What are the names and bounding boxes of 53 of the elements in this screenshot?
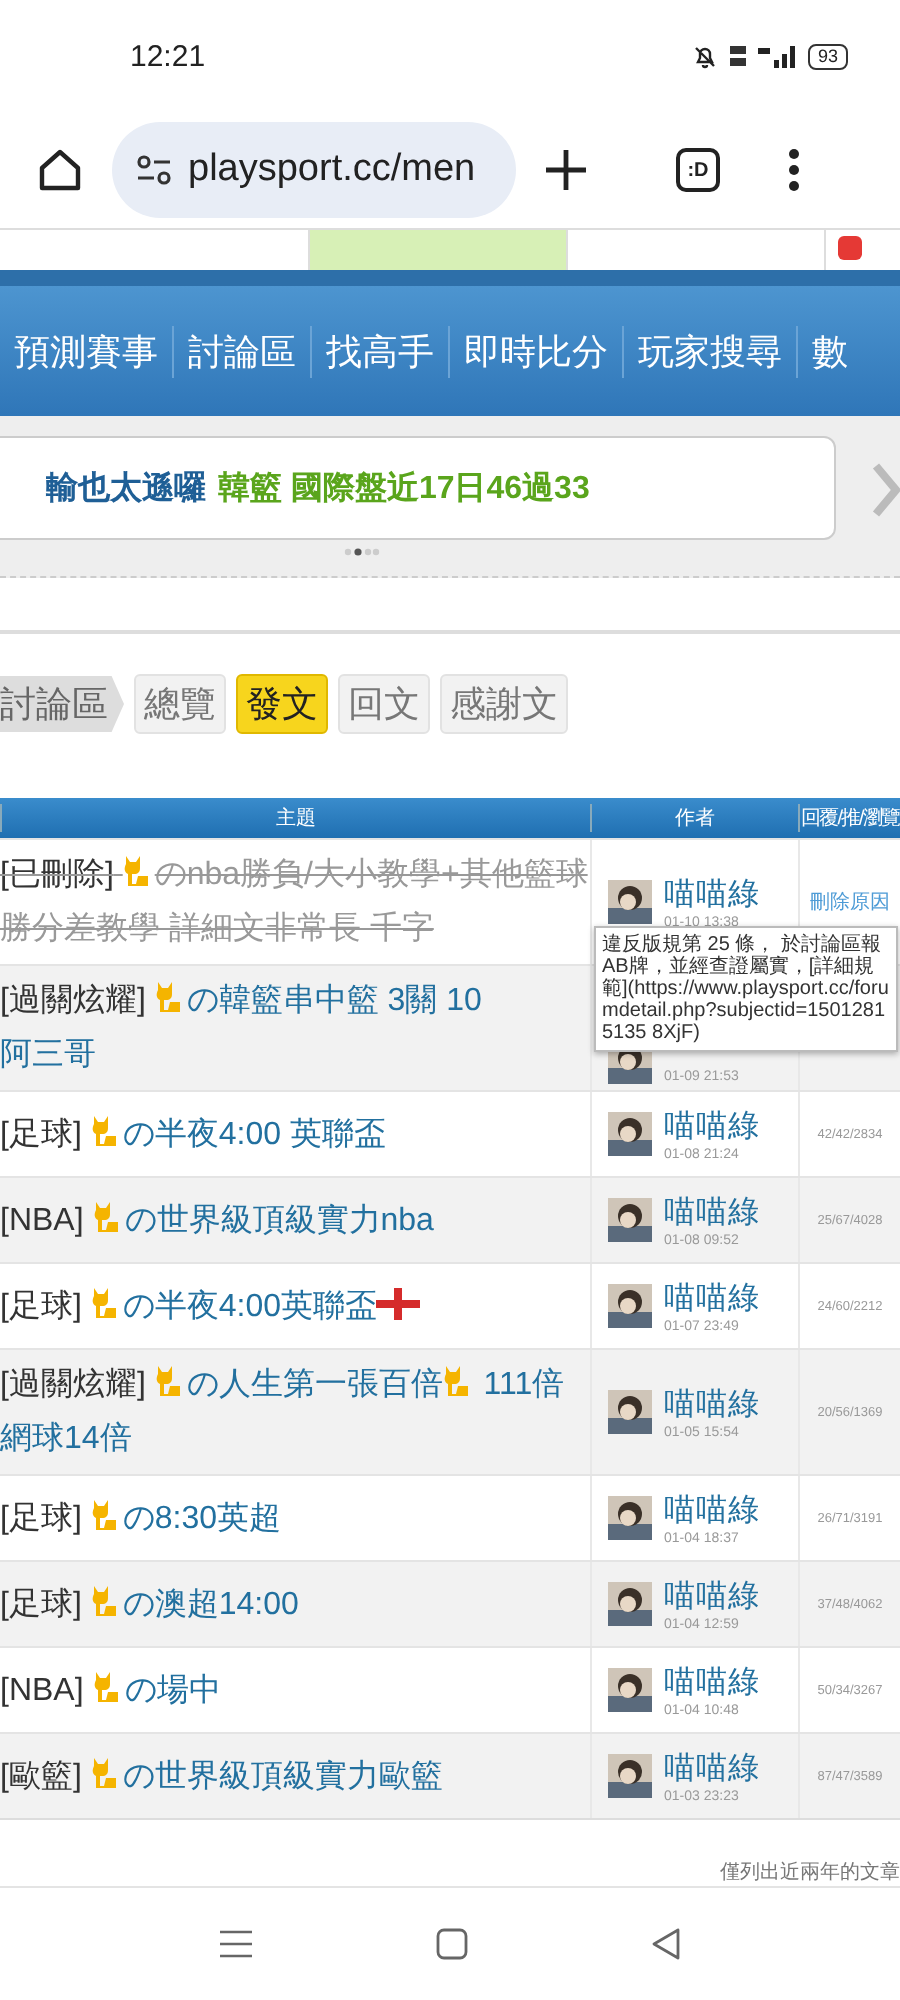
signal-icon (757, 44, 798, 68)
battery-level: 93 (807, 43, 848, 69)
delete-reason-link[interactable]: 刪除原因 (810, 888, 890, 916)
new-tab-icon[interactable] (544, 148, 588, 192)
post-title[interactable]: [足球] の澳超14:00 (0, 1577, 299, 1631)
nav-item[interactable]: 數 (798, 327, 862, 375)
address-bar[interactable]: playsport.cc/men (112, 122, 516, 218)
nav-item[interactable]: 即時比分 (450, 327, 622, 375)
tooltip: 違反版規第 25 條， 於討論區報AB牌，並經查證屬實，[詳細規範](https://www.playsport.cc/forumdetail.php?subjectid=15012815135 8XjF) (594, 926, 898, 1052)
post-title[interactable]: [足球] の半夜4:00英聯盃 (0, 1279, 421, 1333)
home-button-icon[interactable] (436, 1928, 468, 1960)
post-title[interactable]: [NBA] の場中 (0, 1663, 221, 1717)
menu-icon[interactable] (788, 148, 800, 192)
author-name[interactable]: 喵喵綠 (664, 1576, 760, 1618)
record-text: 韓籃 國際盤近17日46過33 (218, 468, 590, 509)
post-title[interactable]: [足球] の8:30英超 (0, 1491, 281, 1545)
site-settings-icon[interactable] (136, 154, 172, 186)
player-name: 輸也太遜囉 (46, 469, 206, 509)
status-time: 12:21 (130, 39, 206, 73)
nav-item[interactable]: 找高手 (312, 327, 448, 375)
tab-switcher-button[interactable]: :D (676, 148, 720, 192)
bell-off-icon (691, 43, 718, 69)
back-icon[interactable] (652, 1928, 680, 1960)
banner-card[interactable]: 輸也太遜囉 韓籃 國際盤近17日46過33 (0, 436, 836, 540)
footer-note: 僅列出近兩年的文章 (720, 1862, 900, 1884)
post-title[interactable]: [過關炫耀] の韓籃串中籃 3關 10 阿三哥 (0, 974, 482, 1082)
breadcrumb-section[interactable]: 討論區 (0, 676, 124, 732)
post-title[interactable]: [NBA] の世界級頂級實力nba (0, 1193, 434, 1247)
post-title[interactable]: [足球] の半夜4:00 英聯盃 (0, 1107, 386, 1161)
column-header: 主題 (0, 804, 590, 832)
pager-dots-icon (344, 548, 380, 556)
post-title[interactable]: [已刪除] のnba勝負/大小教學+其他籃球勝分差教學 詳細文非常長 千字 (0, 848, 590, 956)
author-name[interactable]: 喵喵綠 (664, 1384, 760, 1426)
author-name[interactable]: 喵喵綠 (664, 874, 760, 916)
author-name[interactable]: 喵喵綠 (664, 1106, 760, 1148)
author-name[interactable]: 喵喵綠 (664, 1748, 760, 1790)
filter-tab[interactable]: 感謝文 (440, 674, 568, 734)
column-header: 回覆/推/瀏覽 (798, 804, 900, 832)
post-title[interactable]: [歐籃] の世界級頂級實力歐籃 (0, 1749, 443, 1803)
nav-item[interactable]: 討論區 (174, 327, 310, 375)
home-icon[interactable] (36, 146, 84, 194)
filter-tab[interactable]: 總覽 (134, 674, 226, 734)
nav-item[interactable]: 預測賽事 (0, 327, 172, 375)
author-name[interactable]: 喵喵綠 (664, 1662, 760, 1704)
filter-tab[interactable]: 回文 (338, 674, 430, 734)
nav-item[interactable]: 玩家搜尋 (624, 327, 796, 375)
filter-tab[interactable]: 發文 (236, 674, 328, 734)
author-name[interactable]: 喵喵綠 (664, 1278, 760, 1320)
author-name[interactable]: 喵喵綠 (664, 1490, 760, 1532)
column-header: 作者 (590, 804, 798, 832)
flag-icon (376, 1287, 421, 1319)
post-title[interactable]: [過關炫耀] の人生第一張百倍 111倍網球14倍 (0, 1358, 590, 1466)
author-name[interactable]: 喵喵綠 (664, 1192, 760, 1234)
